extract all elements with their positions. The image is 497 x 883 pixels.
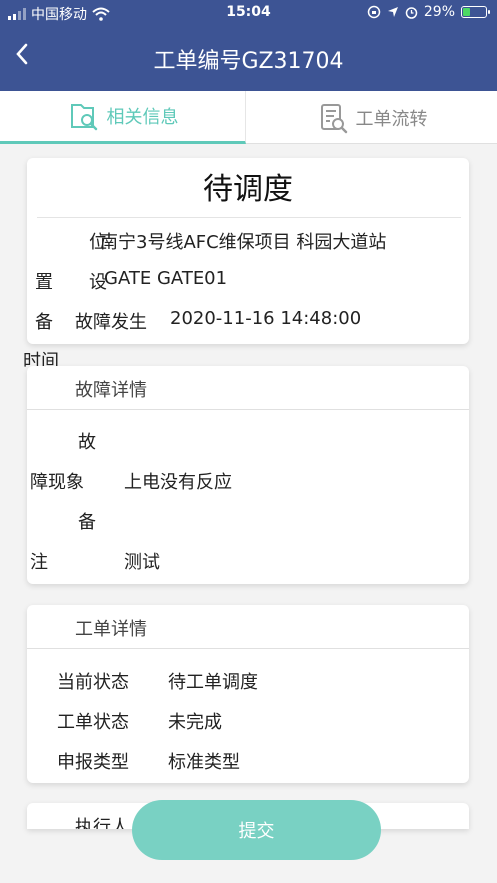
symptom-label-part2: 障现象: [30, 472, 84, 493]
alarm-icon: [405, 6, 418, 19]
tab-order-flow[interactable]: 工单流转: [246, 91, 497, 144]
divider: [37, 217, 461, 218]
device-label-part2: 备: [35, 312, 53, 333]
document-list-icon: [320, 103, 347, 133]
device-value: GATE GATE01: [104, 268, 228, 289]
report-type-label: 申报类型: [57, 752, 129, 773]
order-detail-title: 工单详情: [75, 619, 147, 640]
submit-button[interactable]: 提交: [132, 800, 381, 860]
order-status-label: 工单状态: [57, 712, 129, 733]
remark-value: 测试: [124, 552, 160, 573]
rotation-lock-icon: [367, 5, 381, 19]
status-bar: 中国移动 15:04 29%: [0, 0, 497, 26]
symptom-label-part1: 故: [78, 432, 96, 453]
fault-time-value: 2020-11-16 14:48:00: [170, 308, 362, 329]
current-status-value: 待工单调度: [168, 672, 258, 693]
status-right: 29%: [367, 4, 490, 20]
app-header: 中国移动 15:04 29% 工单编号GZ31704: [0, 0, 497, 91]
location-label-part2: 置: [35, 272, 53, 293]
location-value: 南宁3号线AFC维保项目 科园大道站: [100, 232, 387, 253]
tab-related-info[interactable]: 相关信息: [0, 91, 246, 144]
order-detail-header: 工单详情: [27, 605, 469, 649]
battery-percent: 29%: [423, 4, 455, 20]
fault-detail-card: 故障详情: [27, 366, 469, 584]
fault-detail-title: 故障详情: [75, 380, 147, 401]
order-status-value: 未完成: [168, 712, 222, 733]
document-search-icon: [70, 104, 97, 131]
fault-detail-header: 故障详情: [27, 366, 469, 410]
order-status-title: 待调度: [203, 172, 293, 207]
remark-label-part1: 备: [78, 512, 96, 533]
page-title: 工单编号GZ31704: [153, 49, 344, 74]
fault-time-label-part1: 故障发生: [75, 312, 147, 333]
tab-related-info-label: 相关信息: [106, 107, 179, 128]
location-icon: [387, 7, 398, 17]
tab-order-flow-label: 工单流转: [355, 108, 428, 130]
report-type-value: 标准类型: [168, 752, 240, 773]
tab-bar: 相关信息 工单流转: [0, 91, 497, 144]
executor-title: 执行人: [75, 817, 129, 829]
symptom-value: 上电没有反应: [124, 472, 232, 493]
remark-label-part2: 注: [30, 552, 48, 573]
current-status-label: 当前状态: [57, 672, 129, 693]
battery-icon: [461, 6, 490, 18]
